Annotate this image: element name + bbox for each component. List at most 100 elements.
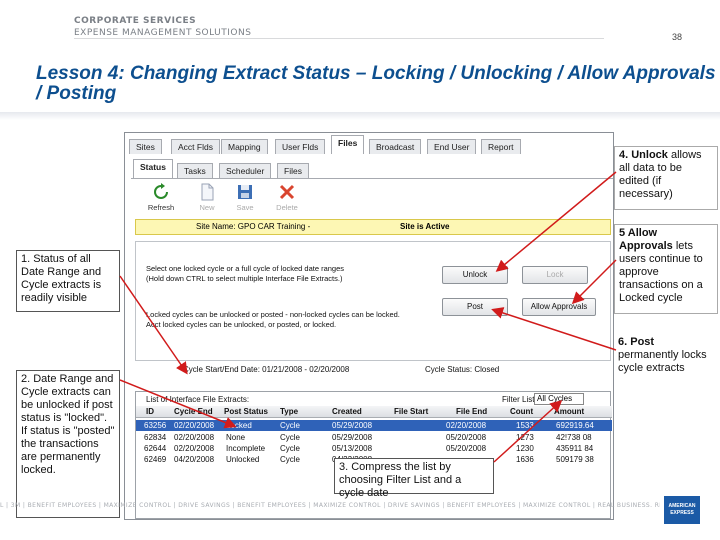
save-label: Save: [236, 203, 254, 212]
site-status-bar: Site Name: GPO CAR Training - Site is Ac…: [135, 219, 611, 235]
sub-tab-divider: [131, 178, 613, 179]
cell-cycle-end: 02/20/2008: [174, 421, 215, 430]
col-id[interactable]: ID: [146, 406, 154, 418]
cell-count: 1230: [516, 444, 534, 453]
page-number: 38: [671, 32, 682, 42]
cell-amount: 509179 38: [556, 455, 594, 464]
extract-status-panel: Select one locked cycle or a full cycle …: [135, 241, 611, 361]
cell-file-end: 05/20/2008: [446, 433, 487, 442]
tab-files[interactable]: Files: [331, 135, 365, 154]
cell-created: 05/29/2008: [332, 421, 373, 430]
lock-button[interactable]: Lock: [522, 266, 588, 284]
tab-scheduler[interactable]: Scheduler: [219, 163, 272, 178]
new-button[interactable]: New: [187, 183, 227, 212]
col-file-start[interactable]: File Start: [394, 406, 428, 418]
allow-approvals-button[interactable]: Allow Approvals: [522, 298, 596, 316]
delete-button[interactable]: Delete: [267, 183, 307, 212]
callout-filter-list: 3. Compress the list by choosing Filter …: [334, 458, 494, 499]
save-button[interactable]: Save: [225, 183, 265, 212]
tab-files-sub[interactable]: Files: [277, 163, 309, 178]
cell-id: 62469: [144, 455, 167, 464]
tab-tasks[interactable]: Tasks: [177, 163, 213, 178]
note-line-2: Acct locked cycles can be unlocked, or p…: [146, 320, 337, 329]
cell-cycle-end: 04/20/2008: [174, 455, 215, 464]
cell-post-status: None: [226, 433, 246, 442]
unlock-button[interactable]: Unlock: [442, 266, 508, 284]
cell-post-status: Locked: [226, 421, 252, 430]
brand-line-2: EXPENSE MANAGEMENT SOLUTIONS: [74, 28, 252, 38]
callout-post-text: permanently locks cycle extracts: [618, 349, 707, 374]
tab-status[interactable]: Status: [133, 159, 173, 178]
col-created[interactable]: Created: [332, 406, 362, 418]
save-icon: [238, 185, 252, 199]
callout-post-title: 6. Post: [618, 336, 655, 348]
cycle-dates: Cycle Start/End Date: 01/21/2008 - 02/20…: [183, 365, 350, 374]
callout-post: 6. Post permanently locks cycle extracts: [614, 334, 718, 392]
cell-created: 05/29/2008: [332, 433, 373, 442]
cell-post-status: Unlocked: [226, 455, 260, 464]
cell-type: Cycle: [280, 421, 301, 430]
tab-report[interactable]: Report: [481, 139, 521, 154]
cell-cycle-end: 02/20/2008: [174, 444, 215, 453]
callout-status-visible: 1. Status of all Date Range and Cycle ex…: [16, 250, 120, 312]
tab-sites[interactable]: Sites: [129, 139, 162, 154]
site-name: Site Name: GPO CAR Training -: [196, 222, 311, 231]
tab-user-flds[interactable]: User Flds: [275, 139, 326, 154]
cell-type: Cycle: [280, 444, 301, 453]
cell-file-end: 05/20/2008: [446, 444, 487, 453]
title-divider: [0, 112, 720, 120]
refresh-icon: [154, 183, 168, 199]
callout-unlock: 4. Unlock allows all data to be edited (…: [614, 146, 718, 210]
brand-divider: [74, 38, 604, 39]
cell-cycle-end: 02/20/2008: [174, 433, 215, 442]
col-amount[interactable]: Amount: [554, 406, 584, 418]
table-row[interactable]: 63256 02/20/2008 Locked Cycle 05/29/2008…: [136, 420, 612, 431]
refresh-label: Refresh: [147, 203, 175, 212]
instruction-line-2: (Hold down CTRL to select multiple Inter…: [146, 274, 343, 283]
cell-amount: 435911 84: [556, 444, 594, 453]
cell-amount: 692919.64: [556, 421, 594, 430]
cell-type: Cycle: [280, 455, 301, 464]
american-express-logo: AMERICAN EXPRESS: [664, 496, 700, 524]
cell-post-status: Incomplete: [226, 444, 266, 453]
new-label: New: [199, 203, 215, 212]
callout-allow-approvals: 5 Allow Approvals lets users continue to…: [614, 224, 718, 314]
col-cycle-end[interactable]: Cycle End: [174, 406, 213, 418]
col-type[interactable]: Type: [280, 406, 298, 418]
cell-created: 05/13/2008: [332, 444, 373, 453]
grid-header: ID Cycle End Post Status Type Created Fi…: [136, 406, 612, 418]
delete-label: Delete: [276, 203, 298, 212]
grid-list-label: List of Interface File Extracts:: [146, 395, 250, 404]
site-active-status: Site is Active: [400, 222, 450, 231]
col-post-status[interactable]: Post Status: [224, 406, 268, 418]
filter-list-select[interactable]: All Cycles: [534, 393, 584, 405]
page-title: Lesson 4: Changing Extract Status – Lock…: [36, 63, 716, 104]
post-button[interactable]: Post: [442, 298, 508, 316]
cell-count: 1533: [516, 421, 534, 430]
cell-id: 63256: [144, 421, 167, 430]
col-file-end[interactable]: File End: [456, 406, 487, 418]
cell-id: 62834: [144, 433, 167, 442]
cell-file-end: 02/20/2008: [446, 421, 487, 430]
callout-unlock-rules: 2. Date Range and Cycle extracts can be …: [16, 370, 120, 518]
delete-icon: [279, 184, 295, 200]
cell-count: 1636: [516, 455, 534, 464]
tab-mapping[interactable]: Mapping: [221, 139, 268, 154]
refresh-button[interactable]: Refresh: [141, 183, 181, 212]
cell-type: Cycle: [280, 433, 301, 442]
callout-unlock-title: 4. Unlock: [619, 149, 668, 161]
table-row[interactable]: 62834 02/20/2008 None Cycle 05/29/2008 0…: [136, 432, 612, 443]
tab-end-user[interactable]: End User: [427, 139, 477, 154]
tab-broadcast[interactable]: Broadcast: [369, 139, 422, 154]
top-tab-bar: Sites Acct Flds Mapping User Flds Files …: [125, 135, 613, 154]
table-row[interactable]: 62644 02/20/2008 Incomplete Cycle 05/13/…: [136, 443, 612, 454]
footer-tagline: L | 3M | BENEFIT EMPLOYEES | MAXIMIZE CO…: [0, 502, 660, 509]
instruction-line-1: Select one locked cycle or a full cycle …: [146, 264, 345, 273]
brand-line-1: CORPORATE SERVICES: [74, 16, 197, 26]
col-count[interactable]: Count: [510, 406, 533, 418]
tab-acct-flds[interactable]: Acct Flds: [171, 139, 220, 154]
cycle-status: Cycle Status: Closed: [425, 365, 500, 374]
cell-amount: 42!738 08: [556, 433, 592, 442]
cell-count: 1273: [516, 433, 534, 442]
filter-list-label: Filter List: [502, 395, 535, 404]
